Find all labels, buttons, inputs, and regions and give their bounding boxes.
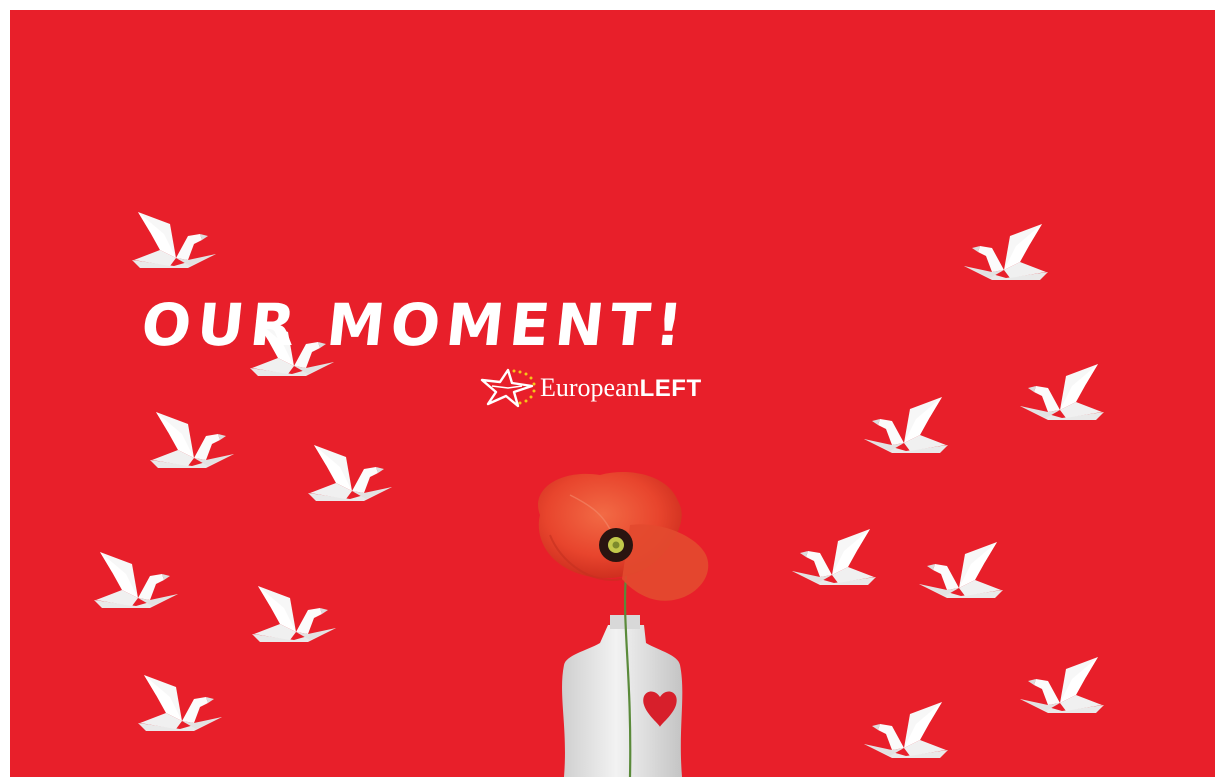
origami-dove-icon [860, 395, 950, 461]
european-left-logo: EuropeanLEFT [478, 366, 702, 410]
origami-dove-icon [788, 527, 878, 593]
origami-dove-icon [915, 540, 1005, 606]
poppy-mannequin-illustration [510, 465, 740, 777]
origami-dove-icon [1016, 362, 1106, 428]
origami-dove-icon [860, 700, 950, 766]
poster-canvas: OUR MOMENT! EuropeanLEFT [10, 10, 1215, 777]
origami-dove-icon [960, 222, 1050, 288]
logo-name-regular: European [540, 372, 640, 402]
logo-wordmark: EuropeanLEFT [540, 366, 702, 411]
origami-dove-icon [250, 584, 340, 650]
origami-dove-icon [148, 410, 238, 476]
headline: OUR MOMENT! [138, 291, 692, 359]
logo-name-bold: LEFT [639, 374, 702, 402]
origami-dove-icon [130, 210, 220, 276]
star-logo-icon [480, 368, 536, 408]
origami-dove-icon [92, 550, 182, 616]
origami-dove-icon [306, 443, 396, 509]
origami-dove-icon [1016, 655, 1106, 721]
poppy-flower-icon [538, 472, 709, 601]
origami-dove-icon [136, 673, 226, 739]
